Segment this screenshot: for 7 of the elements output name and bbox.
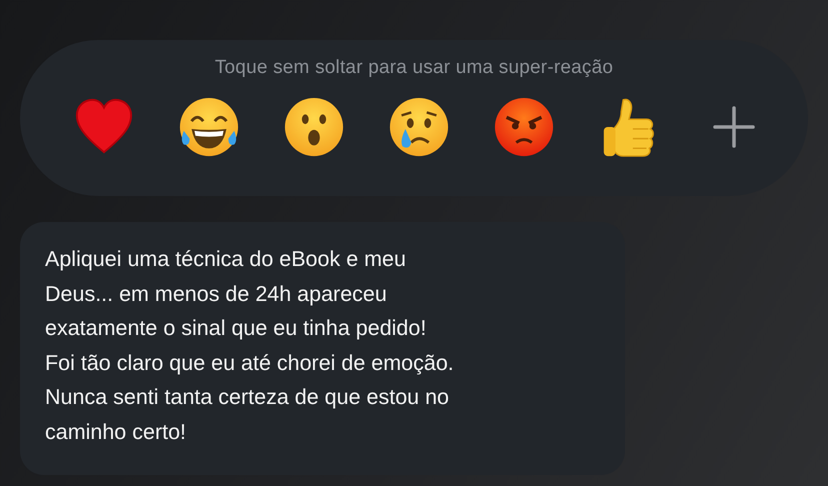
reaction-hint: Toque sem soltar para usar uma super-reação: [214, 56, 614, 80]
angry-face-icon: [493, 96, 555, 158]
laughing-tears-icon: [178, 96, 240, 158]
message-text: Apliquei uma técnica do eBook e meu Deus... em menos de 24h apareceu exatamente o sinal que eu tinha pedido! Foi tão claro que eu até chorei de emoção. Nunca senti tanta certeza de que estou no caminho certo!: [45, 246, 455, 446]
plus-icon: [712, 105, 756, 149]
surprised-face-icon: [283, 96, 345, 158]
crying-face-icon: [388, 96, 450, 158]
